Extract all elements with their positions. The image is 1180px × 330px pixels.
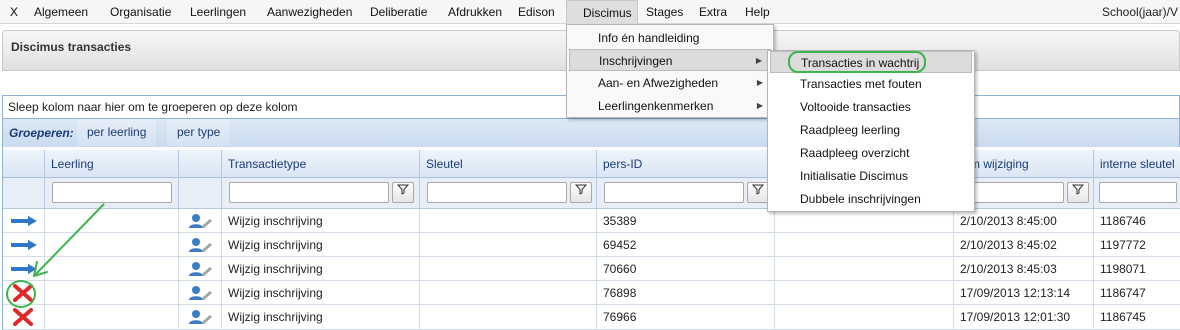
menu-close[interactable]: X (4, 0, 24, 24)
menu-item-voltooide-transacties[interactable]: Voltooide transacties (770, 96, 972, 118)
cell-datum: 2/10/2013 8:45:03 (954, 257, 1094, 281)
cell-pers-id: 69452 (597, 233, 775, 257)
annotation-highlight-oval (788, 51, 926, 73)
panel-title: Discimus transacties (11, 40, 132, 54)
menu-deliberatie[interactable]: Deliberatie (364, 0, 433, 24)
menu-item-transacties-met-fouten[interactable]: Transacties met fouten (770, 73, 972, 95)
menu-algemeen[interactable]: Algemeen (28, 0, 94, 24)
menu-organisatie[interactable]: Organisatie (104, 0, 177, 24)
table-row[interactable]: Wijzig inschrijving 70660 2/10/2013 8:45… (3, 257, 1180, 281)
user-edit-icon (189, 286, 212, 300)
cell-datum: 2/10/2013 8:45:00 (954, 209, 1094, 233)
header-sleutel[interactable]: Sleutel (420, 150, 597, 178)
menu-item-raadpleeg-overzicht[interactable]: Raadpleeg overzicht (770, 142, 972, 164)
user-edit-icon (189, 238, 212, 252)
cell-datum: 2/10/2013 8:45:02 (954, 233, 1094, 257)
grouping-bar: Groeperen: per leerling per type (2, 119, 1180, 147)
header-interne-sleutel[interactable]: interne sleutel (1094, 150, 1180, 178)
filter-pers-id-funnel-icon[interactable] (747, 182, 769, 203)
cell-datum: 17/09/2013 12:01:30 (954, 305, 1094, 329)
menu-item-dubbele-inschrijvingen[interactable]: Dubbele inschrijvingen (770, 188, 972, 210)
menu-extra[interactable]: Extra (693, 0, 733, 24)
menu-item-leerlingenkenmerken[interactable]: Leerlingenkenmerken ▶ (569, 95, 771, 117)
menu-edison[interactable]: Edison (512, 0, 561, 24)
discimus-menu: Info én handleiding Inschrijvingen ▶ Aan… (566, 24, 774, 118)
cell-interne-sleutel: 1197772 (1094, 233, 1180, 257)
cell-datum: 17/09/2013 12:13:14 (954, 281, 1094, 305)
filter-interne-sleutel-input[interactable] (1099, 182, 1177, 203)
cell-pers-id: 76898 (597, 281, 775, 305)
header-status (3, 150, 45, 178)
header-transactietype[interactable]: Transactietype (222, 150, 420, 178)
header-pers-id[interactable]: pers-ID (597, 150, 775, 178)
cell-interne-sleutel: 1198071 (1094, 257, 1180, 281)
menu-item-initialisatie-discimus[interactable]: Initialisatie Discimus (770, 165, 972, 187)
group-per-type[interactable]: per type (167, 119, 231, 146)
cell-interne-sleutel: 1186745 (1094, 305, 1180, 329)
group-per-leerling[interactable]: per leerling (77, 119, 157, 146)
filter-transactietype-funnel-icon[interactable] (392, 182, 414, 203)
filter-pers-id-input[interactable] (604, 182, 744, 203)
table-row[interactable]: Wijzig inschrijving 35389 2/10/2013 8:45… (3, 209, 1180, 233)
menu-item-raadpleeg-leerling[interactable]: Raadpleeg leerling (770, 119, 972, 141)
submenu-arrow-icon: ▶ (756, 101, 763, 110)
grid-filter-row (3, 178, 1180, 209)
menu-discimus[interactable]: Discimus (566, 0, 638, 24)
user-edit-icon (189, 310, 212, 324)
table-row[interactable]: Wijzig inschrijving 76898 17/09/2013 12:… (3, 281, 1180, 305)
menu-item-aan-afwezigheden[interactable]: Aan- en Afwezigheden ▶ (569, 72, 771, 94)
menu-item-info-handleiding[interactable]: Info én handleiding (569, 27, 771, 49)
cell-transactietype: Wijzig inschrijving (222, 209, 420, 233)
menu-item-inschrijvingen[interactable]: Inschrijvingen ▶ (569, 49, 771, 71)
cell-pers-id: 76966 (597, 305, 775, 329)
menu-help[interactable]: Help (739, 0, 776, 24)
menu-leerlingen[interactable]: Leerlingen (184, 0, 252, 24)
submenu-arrow-icon: ▶ (755, 56, 762, 65)
filter-sleutel-funnel-icon[interactable] (570, 182, 592, 203)
cell-pers-id: 70660 (597, 257, 775, 281)
grouping-label: Groeperen: (9, 126, 74, 140)
submenu-arrow-icon: ▶ (756, 78, 763, 87)
user-edit-icon (189, 214, 212, 228)
menu-item-aan-afwezigheden-label: Aan- en Afwezigheden (598, 76, 719, 90)
school-year-label: School(jaar)/V (1101, 5, 1178, 19)
menu-item-inschrijvingen-label: Inschrijvingen (599, 54, 673, 68)
inschrijvingen-submenu: Transacties in wachtrij Transacties met … (767, 50, 975, 212)
filter-datum-funnel-icon[interactable] (1067, 182, 1089, 203)
filter-sleutel-input[interactable] (427, 182, 567, 203)
cell-transactietype: Wijzig inschrijving (222, 281, 420, 305)
header-icon (179, 150, 222, 178)
user-edit-icon (189, 262, 212, 276)
filter-transactietype-input[interactable] (229, 182, 389, 203)
table-row[interactable]: Wijzig inschrijving 69452 2/10/2013 8:45… (3, 233, 1180, 257)
cell-transactietype: Wijzig inschrijving (222, 257, 420, 281)
cell-pers-id: 35389 (597, 209, 775, 233)
transactions-grid: Leerling Transactietype Sleutel pers-ID … (2, 147, 1180, 330)
cell-transactietype: Wijzig inschrijving (222, 305, 420, 329)
menubar: X Algemeen Organisatie Leerlingen Aanwez… (0, 0, 1180, 24)
menu-afdrukken[interactable]: Afdrukken (442, 0, 508, 24)
cell-interne-sleutel: 1186746 (1094, 209, 1180, 233)
menu-aanwezigheden[interactable]: Aanwezigheden (261, 0, 358, 24)
grid-header-row: Leerling Transactietype Sleutel pers-ID … (3, 150, 1180, 178)
header-leerling[interactable]: Leerling (45, 150, 179, 178)
cell-transactietype: Wijzig inschrijving (222, 233, 420, 257)
menu-item-leerlingenkenmerken-label: Leerlingenkenmerken (598, 99, 714, 113)
annotation-arrow-icon (33, 203, 105, 277)
cell-interne-sleutel: 1186747 (1094, 281, 1180, 305)
menu-stages[interactable]: Stages (640, 0, 689, 24)
header-datum-wijziging[interactable]: tum wijziging (954, 150, 1094, 178)
table-row[interactable]: Wijzig inschrijving 76966 17/09/2013 12:… (3, 305, 1180, 330)
error-x-icon[interactable] (12, 308, 34, 326)
